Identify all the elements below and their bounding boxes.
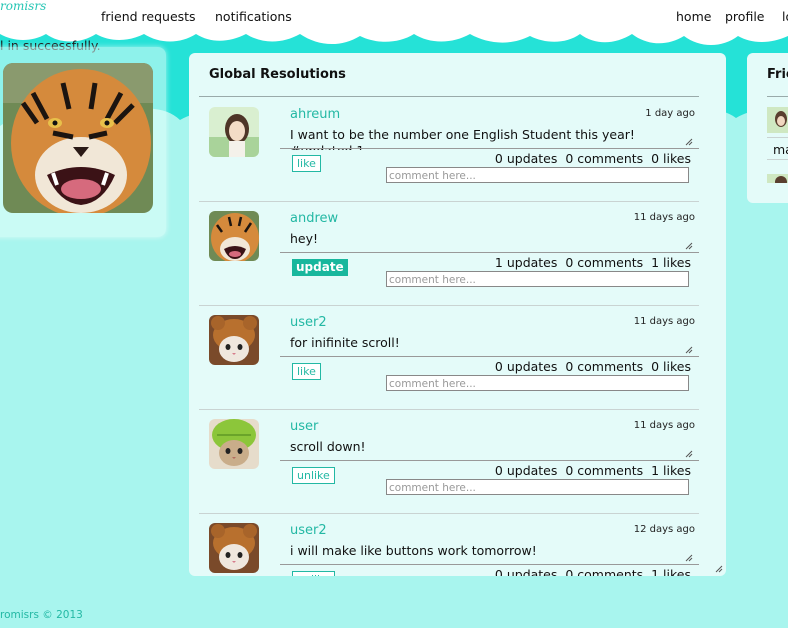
username-link[interactable]: user2: [290, 315, 327, 330]
comment-input[interactable]: comment here...: [386, 375, 689, 391]
comment-input[interactable]: comment here...: [386, 479, 689, 495]
resolutions-feed[interactable]: ahreum 1 day ago I want to be the number o…: [189, 97, 726, 576]
top-header: romisrs friend requests notifications ho…: [0, 0, 788, 34]
user-avatar[interactable]: [209, 523, 259, 573]
nav-notifications[interactable]: notifications: [215, 9, 292, 24]
friend-divider: [767, 159, 788, 160]
user-avatar[interactable]: [209, 419, 259, 469]
resolution-item: ahreum 1 day ago I want to be the number o…: [199, 97, 699, 202]
likes-count: 1 likes: [651, 463, 691, 478]
resize-grip-icon[interactable]: [685, 138, 693, 146]
timestamp: 1 day ago: [645, 108, 695, 119]
resolution-stats: 0 updates 0 comments 0 likes: [495, 359, 691, 374]
nav-home[interactable]: home: [676, 9, 711, 24]
comments-count: 0 comments: [565, 567, 644, 576]
comments-count: 0 comments: [565, 359, 644, 374]
resize-grip-icon[interactable]: [685, 242, 693, 250]
footer-copyright: romisrs © 2013: [0, 609, 83, 621]
user-avatar[interactable]: [209, 315, 259, 365]
resolution-item: user2 11 days ago for inifinite scroll! lik…: [199, 305, 699, 410]
friend-name[interactable]: ma: [773, 142, 788, 157]
nav-friend-requests[interactable]: friend requests: [101, 9, 196, 24]
updates-count: 0 updates: [494, 463, 558, 478]
resize-grip-icon[interactable]: [685, 554, 693, 562]
text-divider: [280, 356, 699, 357]
friend-photo-icon: [767, 107, 788, 133]
resolution-item: andrew 11 days ago hey! update 1 updates 0 c…: [199, 201, 699, 306]
friends-panel: Frie ma: [747, 53, 788, 203]
resize-grip-icon[interactable]: [715, 565, 723, 573]
comments-count: 0 comments: [565, 463, 644, 478]
timestamp: 12 days ago: [633, 524, 695, 535]
profile-card: [0, 47, 166, 237]
comment-input[interactable]: comment here...: [386, 167, 689, 183]
resolution-stats: 0 updates 0 comments 0 likes: [495, 151, 691, 166]
timestamp: 11 days ago: [633, 316, 695, 327]
resolution-stats: 1 updates 0 comments 1 likes: [495, 255, 691, 270]
resolution-item: user 11 days ago scroll down! unlike 0 updat…: [199, 409, 699, 514]
friend-avatar[interactable]: [767, 171, 788, 183]
text-divider: [280, 148, 699, 149]
likes-count: 1 likes: [651, 255, 691, 270]
comment-input[interactable]: comment here...: [386, 271, 689, 287]
resolution-text-line: i will make like buttons work tomorrow!: [290, 543, 537, 558]
tiger-image: [3, 63, 153, 213]
update-button[interactable]: update: [292, 259, 348, 276]
resize-grip-icon[interactable]: [685, 346, 693, 354]
updates-count: 0 updates: [494, 359, 558, 374]
friends-divider: [767, 96, 788, 97]
updates-count: 0 updates: [494, 151, 558, 166]
site-logo[interactable]: romisrs: [0, 0, 46, 13]
updates-count: 1 updates: [494, 255, 558, 270]
text-divider: [280, 460, 699, 461]
resolution-text-line: scroll down!: [290, 439, 366, 454]
username-link[interactable]: user2: [290, 523, 327, 538]
unlike-button[interactable]: unlike: [292, 571, 335, 576]
like-button[interactable]: like: [292, 363, 321, 380]
friend-photo-icon: [767, 174, 788, 183]
likes-count: 1 likes: [651, 567, 691, 576]
resolution-stats: 0 updates 0 comments 1 likes: [495, 463, 691, 478]
resolution-text-line: I want to be the number one English Stud…: [290, 127, 635, 142]
resolution-text[interactable]: i will make like buttons work tomorrow!: [290, 543, 537, 558]
username-link[interactable]: andrew: [290, 211, 338, 226]
profile-picture[interactable]: [3, 63, 153, 213]
friends-title: Frie: [767, 67, 788, 82]
resolution-text[interactable]: I want to be the number one English Stud…: [290, 127, 635, 150]
text-divider: [280, 564, 699, 565]
resolution-text-line: hey!: [290, 231, 319, 246]
resolution-text[interactable]: scroll down!: [290, 439, 366, 454]
like-button[interactable]: like: [292, 155, 321, 172]
resolution-item: user2 12 days ago i will make like buttons…: [199, 513, 699, 576]
resolution-text-overflow: #updated 1: [290, 144, 635, 150]
timestamp: 11 days ago: [633, 420, 695, 431]
resize-grip-icon[interactable]: [685, 450, 693, 458]
comments-count: 0 comments: [565, 151, 644, 166]
user-avatar[interactable]: [209, 211, 259, 261]
likes-count: 0 likes: [651, 359, 691, 374]
resolution-text[interactable]: hey!: [290, 231, 318, 246]
username-link[interactable]: ahreum: [290, 107, 340, 122]
likes-count: 0 likes: [651, 151, 691, 166]
friend-avatar[interactable]: [767, 107, 788, 133]
user-avatar[interactable]: [209, 107, 259, 157]
timestamp: 11 days ago: [633, 212, 695, 223]
nav-logout[interactable]: lo: [782, 9, 788, 24]
resolution-text[interactable]: for inifinite scroll!: [290, 335, 400, 350]
unlike-button[interactable]: unlike: [292, 467, 335, 484]
panel-title: Global Resolutions: [209, 67, 346, 82]
text-divider: [280, 252, 699, 253]
username-link[interactable]: user: [290, 419, 318, 434]
resolution-stats: 0 updates 0 comments 1 likes: [495, 567, 691, 576]
friend-divider: [767, 137, 788, 138]
comments-count: 0 comments: [565, 255, 644, 270]
updates-count: 0 updates: [494, 567, 558, 576]
global-resolutions-panel: Global Resolutions ahreum 1 day ago I want…: [189, 53, 726, 576]
resolution-text-line: for inifinite scroll!: [290, 335, 400, 350]
nav-profile[interactable]: profile: [725, 9, 764, 24]
